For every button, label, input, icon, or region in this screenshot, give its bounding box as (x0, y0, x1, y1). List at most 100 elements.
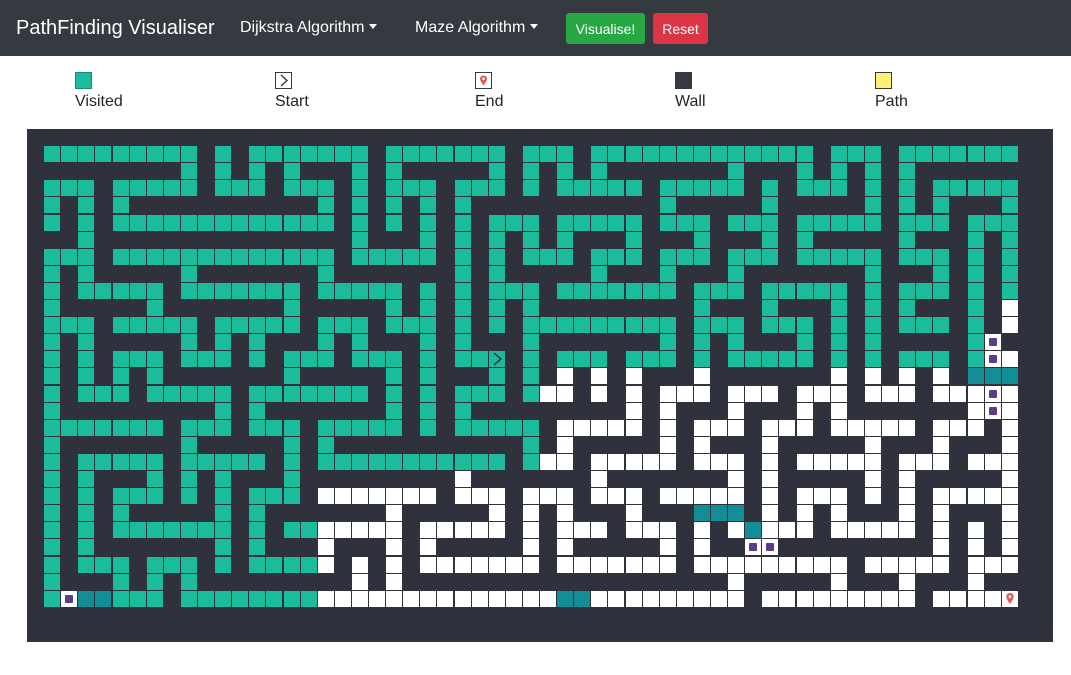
visited-cell[interactable] (44, 368, 61, 385)
visited-cell[interactable] (300, 214, 317, 231)
open-cell[interactable] (608, 488, 625, 505)
visited-cell[interactable] (78, 214, 95, 231)
visited-cell[interactable] (813, 214, 830, 231)
visited-cell[interactable] (249, 163, 266, 180)
visited-cell[interactable] (129, 317, 146, 334)
open-cell[interactable] (728, 522, 745, 539)
visited-cell[interactable] (146, 146, 163, 163)
visited-cell[interactable] (574, 180, 591, 197)
open-cell[interactable] (796, 419, 813, 436)
open-cell[interactable] (813, 556, 830, 573)
visited-cell[interactable] (420, 180, 437, 197)
visited-cell[interactable] (112, 573, 129, 590)
open-cell[interactable] (1001, 385, 1018, 402)
visited-cell[interactable] (488, 248, 505, 265)
queued-cell[interactable] (984, 351, 1001, 368)
visited-cell[interactable] (78, 471, 95, 487)
open-cell[interactable] (967, 402, 984, 419)
visited-cell[interactable] (454, 317, 471, 334)
open-cell[interactable] (522, 522, 539, 539)
visited-cell[interactable] (317, 351, 334, 368)
open-cell[interactable] (1001, 505, 1018, 522)
visited-cell[interactable] (334, 146, 351, 163)
visited-cell[interactable] (864, 163, 881, 180)
open-cell[interactable] (625, 590, 642, 607)
open-cell[interactable] (591, 471, 608, 487)
visited-cell[interactable] (933, 265, 950, 282)
visited-cell[interactable] (351, 334, 368, 351)
visited-cell[interactable] (317, 214, 334, 231)
visited-cell[interactable] (180, 488, 197, 505)
open-cell[interactable] (796, 453, 813, 470)
visited-cell[interactable] (420, 351, 437, 368)
visited-cell[interactable] (180, 436, 197, 453)
open-cell[interactable] (847, 419, 864, 436)
open-cell[interactable] (882, 556, 898, 573)
open-cell[interactable] (471, 556, 488, 573)
open-cell[interactable] (676, 488, 693, 505)
visited-cell[interactable] (129, 248, 146, 265)
visited-cell[interactable] (762, 197, 779, 214)
open-cell[interactable] (830, 505, 847, 522)
visited-cell[interactable] (146, 351, 163, 368)
open-cell[interactable] (830, 556, 847, 573)
algorithm-dropdown[interactable]: Dijkstra Algorithm (240, 18, 378, 38)
visited-cell[interactable] (813, 248, 830, 265)
frontier-cell[interactable] (745, 522, 762, 539)
visited-cell[interactable] (44, 300, 61, 316)
visited-cell[interactable] (369, 282, 385, 299)
open-cell[interactable] (659, 419, 676, 436)
visited-cell[interactable] (95, 453, 112, 470)
open-cell[interactable] (796, 385, 813, 402)
visited-cell[interactable] (317, 265, 334, 282)
open-cell[interactable] (864, 556, 881, 573)
visited-cell[interactable] (488, 180, 505, 197)
visited-cell[interactable] (762, 317, 779, 334)
visited-cell[interactable] (693, 317, 710, 334)
open-cell[interactable] (386, 522, 403, 539)
visited-cell[interactable] (864, 351, 881, 368)
visited-cell[interactable] (386, 300, 403, 316)
visited-cell[interactable] (78, 282, 95, 299)
visited-cell[interactable] (386, 146, 403, 163)
open-cell[interactable] (762, 590, 779, 607)
visited-cell[interactable] (351, 163, 368, 180)
visited-cell[interactable] (198, 419, 214, 436)
visited-cell[interactable] (745, 146, 762, 163)
visited-cell[interactable] (454, 334, 471, 351)
visited-cell[interactable] (112, 556, 129, 573)
visited-cell[interactable] (899, 214, 916, 231)
visited-cell[interactable] (369, 453, 385, 470)
open-cell[interactable] (762, 436, 779, 453)
visited-cell[interactable] (745, 248, 762, 265)
open-cell[interactable] (437, 590, 454, 607)
open-cell[interactable] (864, 419, 881, 436)
visited-cell[interactable] (283, 471, 300, 487)
open-cell[interactable] (882, 522, 898, 539)
open-cell[interactable] (557, 368, 574, 385)
visited-cell[interactable] (386, 419, 403, 436)
visited-cell[interactable] (950, 180, 967, 197)
visited-cell[interactable] (728, 334, 745, 351)
open-cell[interactable] (557, 385, 574, 402)
open-cell[interactable] (676, 385, 693, 402)
open-cell[interactable] (386, 539, 403, 556)
visited-cell[interactable] (659, 317, 676, 334)
visited-cell[interactable] (266, 590, 283, 607)
visited-cell[interactable] (44, 248, 61, 265)
visited-cell[interactable] (1001, 265, 1018, 282)
visited-cell[interactable] (163, 180, 180, 197)
visited-cell[interactable] (283, 282, 300, 299)
open-cell[interactable] (967, 573, 984, 590)
visited-cell[interactable] (728, 214, 745, 231)
visited-cell[interactable] (522, 419, 539, 436)
visited-cell[interactable] (386, 453, 403, 470)
visited-cell[interactable] (334, 385, 351, 402)
open-cell[interactable] (899, 522, 916, 539)
visited-cell[interactable] (249, 505, 266, 522)
visited-cell[interactable] (44, 146, 61, 163)
open-cell[interactable] (864, 436, 881, 453)
visited-cell[interactable] (283, 180, 300, 197)
visited-cell[interactable] (659, 248, 676, 265)
visited-cell[interactable] (642, 317, 659, 334)
